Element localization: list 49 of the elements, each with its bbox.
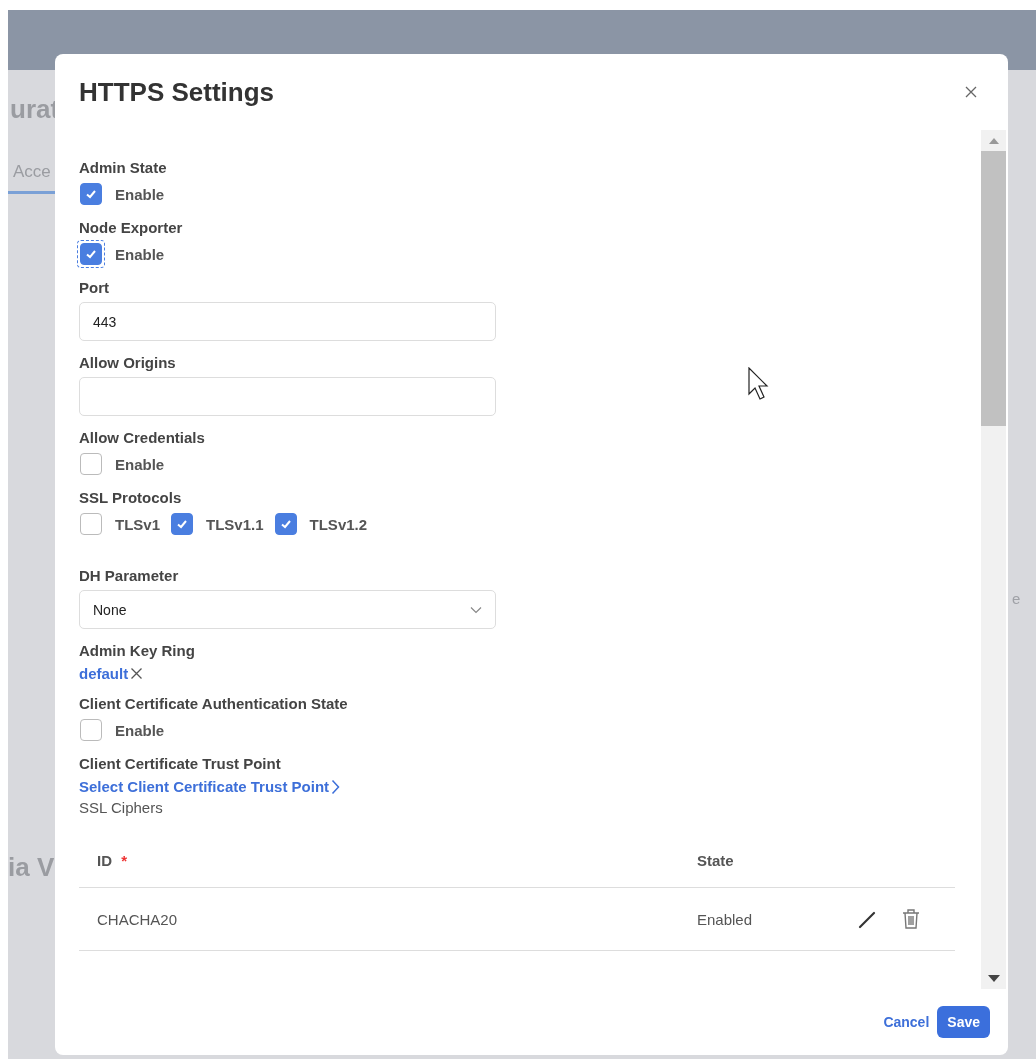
checkbox-label: TLSv1.1 bbox=[206, 515, 264, 533]
checkbox-label: Enable bbox=[115, 245, 165, 263]
edit-icon[interactable] bbox=[857, 909, 877, 929]
checkbox[interactable] bbox=[80, 183, 102, 205]
scroll-up-icon[interactable] bbox=[988, 138, 999, 144]
field-label: Node Exporter bbox=[79, 218, 184, 238]
page-text: e bbox=[1012, 590, 1021, 607]
checkbox[interactable] bbox=[80, 719, 102, 741]
checkbox-label: TLSv1.2 bbox=[309, 515, 368, 533]
field-label: Allow Credentials bbox=[79, 428, 206, 448]
delete-icon[interactable] bbox=[901, 908, 921, 930]
table-cell: CHACHA20 bbox=[97, 910, 178, 928]
input-field[interactable]: 443 bbox=[79, 302, 496, 341]
dropdown[interactable]: None bbox=[79, 590, 496, 629]
checkbox[interactable] bbox=[80, 513, 102, 535]
input-field[interactable] bbox=[79, 377, 496, 416]
dialog-title: HTTPS Settings bbox=[79, 76, 274, 108]
remove-icon[interactable] bbox=[130, 667, 144, 680]
cancel-button[interactable]: Cancel bbox=[881, 1010, 932, 1034]
checkbox-label: Enable bbox=[115, 721, 165, 739]
column-header: ID bbox=[97, 852, 112, 869]
scroll-down-icon[interactable] bbox=[987, 975, 1000, 982]
section-title: SSL Ciphers bbox=[79, 799, 164, 816]
checkbox-label: Enable bbox=[115, 455, 165, 473]
section-heading: ia V bbox=[8, 852, 55, 883]
field-label: Client Certificate Trust Point bbox=[79, 754, 282, 774]
field-label: DH Parameter bbox=[79, 566, 180, 586]
save-button[interactable]: Save bbox=[937, 1006, 990, 1038]
field-label: Admin State bbox=[79, 158, 168, 178]
checkbox[interactable] bbox=[171, 513, 193, 535]
scrollbar[interactable] bbox=[981, 130, 1006, 989]
chevron-right-icon[interactable] bbox=[331, 778, 341, 795]
field-label: Client Certificate Authentication State bbox=[79, 694, 349, 714]
close-icon[interactable] bbox=[965, 86, 977, 98]
select-link[interactable]: Select Client Certificate Trust Point bbox=[79, 778, 330, 795]
key-ring-link[interactable]: default bbox=[79, 665, 129, 682]
field-label: Allow Origins bbox=[79, 353, 177, 373]
required-mark: * bbox=[121, 852, 127, 869]
checkbox[interactable] bbox=[274, 513, 297, 535]
checkbox-label: Enable bbox=[115, 185, 165, 203]
field-label: Port bbox=[79, 278, 110, 298]
column-header: State bbox=[697, 852, 734, 869]
field-label: SSL Protocols bbox=[79, 488, 183, 508]
mouse-cursor-icon bbox=[748, 367, 770, 401]
checkbox[interactable] bbox=[80, 453, 102, 475]
chevron-down-icon bbox=[470, 605, 482, 614]
field-label: Admin Key Ring bbox=[79, 641, 196, 661]
checkbox-label: TLSv1 bbox=[115, 515, 160, 533]
table-cell: Enabled bbox=[697, 910, 753, 928]
